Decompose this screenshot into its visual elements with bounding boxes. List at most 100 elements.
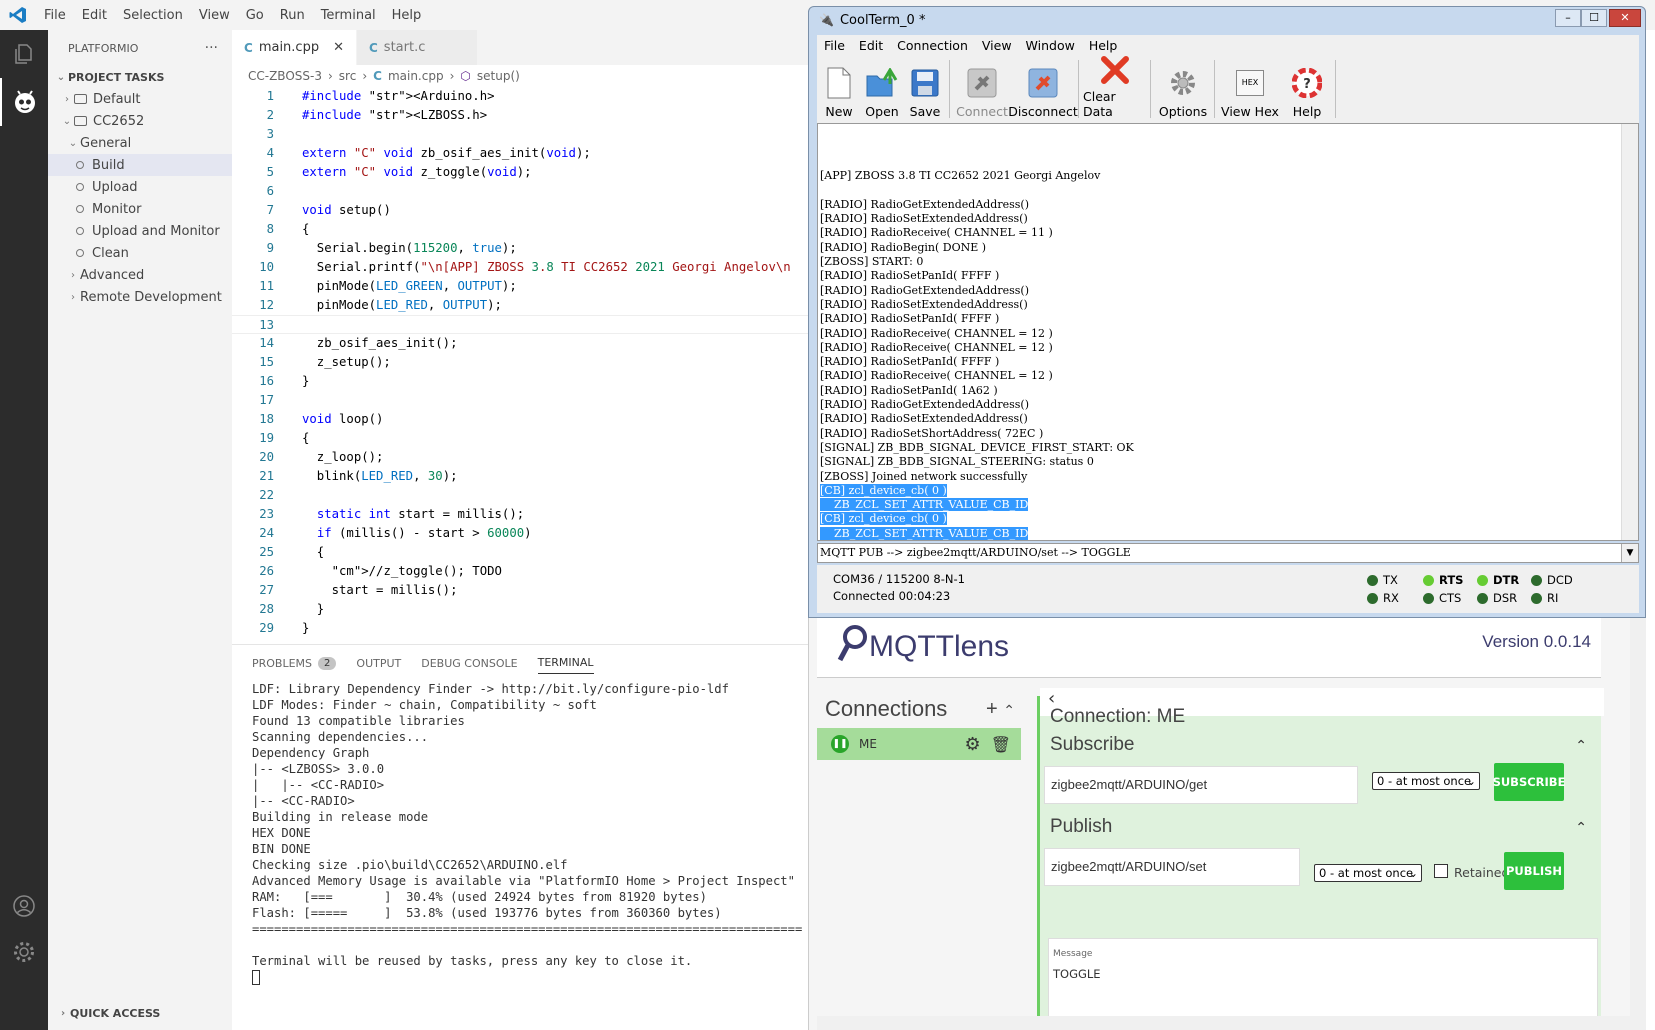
tab-main-cpp[interactable]: C main.cpp ✕ [232,30,357,65]
code-line[interactable]: 22 [232,486,808,505]
publish-qos-select[interactable]: 0 - at most once ⌄ [1314,864,1422,882]
trash-icon[interactable]: 🗑 [991,735,1011,754]
code-line[interactable]: 28 } [232,600,808,619]
menu-terminal[interactable]: Terminal [313,8,384,23]
tab-output[interactable]: OUTPUT [356,653,401,674]
breadcrumb-file[interactable]: main.cpp [388,69,444,83]
coolterm-send-input[interactable]: MQTT PUB --> zigbee2mqtt/ARDUINO/set -->… [817,543,1639,563]
code-line[interactable]: 4 extern "C" void zb_osif_aes_init(void); [232,144,808,163]
code-line[interactable]: 18 void loop() [232,410,808,429]
view-hex-button[interactable]: HEX View Hex [1219,55,1281,123]
horizontal-scrollbar[interactable] [817,1016,1631,1030]
collapse-icon[interactable]: ⌃ [1003,702,1015,718]
code-line[interactable]: 2 #include "str"><LZBOSS.h> [232,106,808,125]
menu-file[interactable]: File [36,8,74,23]
maximize-button[interactable]: ☐ [1581,9,1607,27]
open-button[interactable]: Open [861,55,903,123]
coolterm-menu-edit[interactable]: Edit [852,38,890,53]
code-line[interactable]: 16} [232,372,808,391]
menu-selection[interactable]: Selection [115,8,191,23]
coolterm-titlebar[interactable]: 🔌 CoolTerm_0 * – ☐ ✕ [809,7,1645,33]
publish-topic-input[interactable]: zigbee2mqtt/ARDUINO/set [1044,848,1300,886]
chevron-up-icon[interactable]: ⌃ [1575,738,1587,754]
subscribe-qos-select[interactable]: 0 - at most once ⌄ [1372,772,1480,790]
code-line[interactable]: 8{ [232,220,808,239]
coolterm-menu-view[interactable]: View [975,38,1019,53]
publish-button[interactable]: PUBLISH [1504,852,1564,890]
code-line[interactable]: 17 [232,391,808,410]
pause-icon[interactable]: ❚❚ [831,735,849,753]
code-line[interactable]: 29} [232,619,808,638]
settings-gear-icon[interactable] [0,928,48,976]
task-monitor[interactable]: Monitor [48,198,232,220]
tree-item-general[interactable]: ⌄ General [48,132,232,154]
code-line[interactable]: 5 extern "C" void z_toggle(void); [232,163,808,182]
dropdown-arrow-icon[interactable]: ▼ [1621,544,1638,562]
vertical-scrollbar[interactable] [1630,618,1646,1030]
code-line[interactable]: 1 #include "str"><Arduino.h> [232,87,808,106]
project-tasks-header[interactable]: ⌄ PROJECT TASKS [48,66,232,88]
code-line[interactable]: 27 start = millis(); [232,581,808,600]
code-line[interactable]: 23 static int start = millis(); [232,505,808,524]
tree-item-cc2652[interactable]: ⌄ CC2652 [48,110,232,132]
tree-item-default[interactable]: › Default [48,88,232,110]
code-line[interactable]: 21 blink(LED_RED, 30); [232,467,808,486]
code-line[interactable]: 15 z_setup(); [232,353,808,372]
breadcrumb-project[interactable]: CC-ZBOSS-3 [248,69,322,83]
code-line[interactable]: 3 [232,125,808,144]
coolterm-scrollbar[interactable] [1621,124,1638,540]
message-textarea[interactable]: Message TOGGLE [1048,938,1598,1018]
code-line[interactable]: 14 zb_osif_aes_init(); [232,334,808,353]
code-line[interactable]: 11 pinMode(LED_GREEN, OUTPUT); [232,277,808,296]
retained-checkbox[interactable] [1434,864,1448,878]
subscribe-topic-input[interactable]: zigbee2mqtt/ARDUINO/get [1044,766,1358,804]
new-button[interactable]: New [818,55,860,123]
code-line[interactable]: 13 [232,315,808,334]
account-icon[interactable] [0,882,48,930]
disconnect-button[interactable]: Disconnect [1008,55,1078,123]
code-line[interactable]: 20 z_loop(); [232,448,808,467]
menu-edit[interactable]: Edit [74,8,115,23]
menu-help[interactable]: Help [384,8,430,23]
menu-run[interactable]: Run [272,8,313,23]
save-button[interactable]: Save [904,55,946,123]
code-line[interactable]: 10 Serial.printf("\n[APP] ZBOSS 3.8 TI C… [232,258,808,277]
more-actions-icon[interactable]: ··· [205,40,218,56]
connect-button[interactable]: Connect [954,55,1010,123]
close-button[interactable]: ✕ [1609,9,1641,27]
tab-start-c[interactable]: C start.c [356,30,479,65]
clear-data-button[interactable]: Clear Data [1083,55,1147,123]
options-button[interactable]: Options [1155,55,1211,123]
subscribe-button[interactable]: SUBSCRIBE [1493,763,1565,801]
code-line[interactable]: 26 "cm">//z_toggle(); TODO [232,562,808,581]
menu-view[interactable]: View [191,8,238,23]
coolterm-menu-window[interactable]: Window [1019,38,1082,53]
coolterm-receive-area[interactable]: [APP] ZBOSS 3.8 TI CC2652 2021 Georgi An… [817,123,1639,541]
tab-terminal[interactable]: TERMINAL [537,652,594,674]
coolterm-menu-connection[interactable]: Connection [890,38,975,53]
minimize-button[interactable]: – [1555,9,1581,27]
coolterm-menu-help[interactable]: Help [1082,38,1125,53]
task-upload-and-monitor[interactable]: Upload and Monitor [48,220,232,242]
breadcrumb-symbol[interactable]: setup() [477,69,520,83]
code-line[interactable]: 19 { [232,429,808,448]
terminal-output[interactable]: LDF: Library Dependency Finder -> http:/… [232,681,808,985]
help-button[interactable]: ? Help [1282,55,1332,123]
add-connection-icon[interactable]: + [986,698,998,720]
menu-go[interactable]: Go [238,8,272,23]
tree-item-remote-development[interactable]: › Remote Development [48,286,232,308]
code-line[interactable]: 7 void setup() [232,201,808,220]
code-line[interactable]: 9 Serial.begin(115200, true); [232,239,808,258]
code-line[interactable]: 24 if (millis() - start > 60000) [232,524,808,543]
quick-access-section[interactable]: › QUICK ACCESS [48,1002,160,1024]
task-build[interactable]: Build [48,154,232,176]
task-clean[interactable]: Clean [48,242,232,264]
code-editor[interactable]: 1 #include "str"><Arduino.h> 2 #include "st… [232,87,808,638]
connection-item-me[interactable]: ❚❚ ME ⚙ 🗑 [817,728,1021,760]
coolterm-menu-file[interactable]: File [817,38,852,53]
chevron-up-icon[interactable]: ⌃ [1575,820,1587,836]
explorer-icon[interactable] [0,30,48,78]
task-upload[interactable]: Upload [48,176,232,198]
tree-item-advanced[interactable]: › Advanced [48,264,232,286]
tab-problems[interactable]: PROBLEMS 2 [252,653,337,674]
